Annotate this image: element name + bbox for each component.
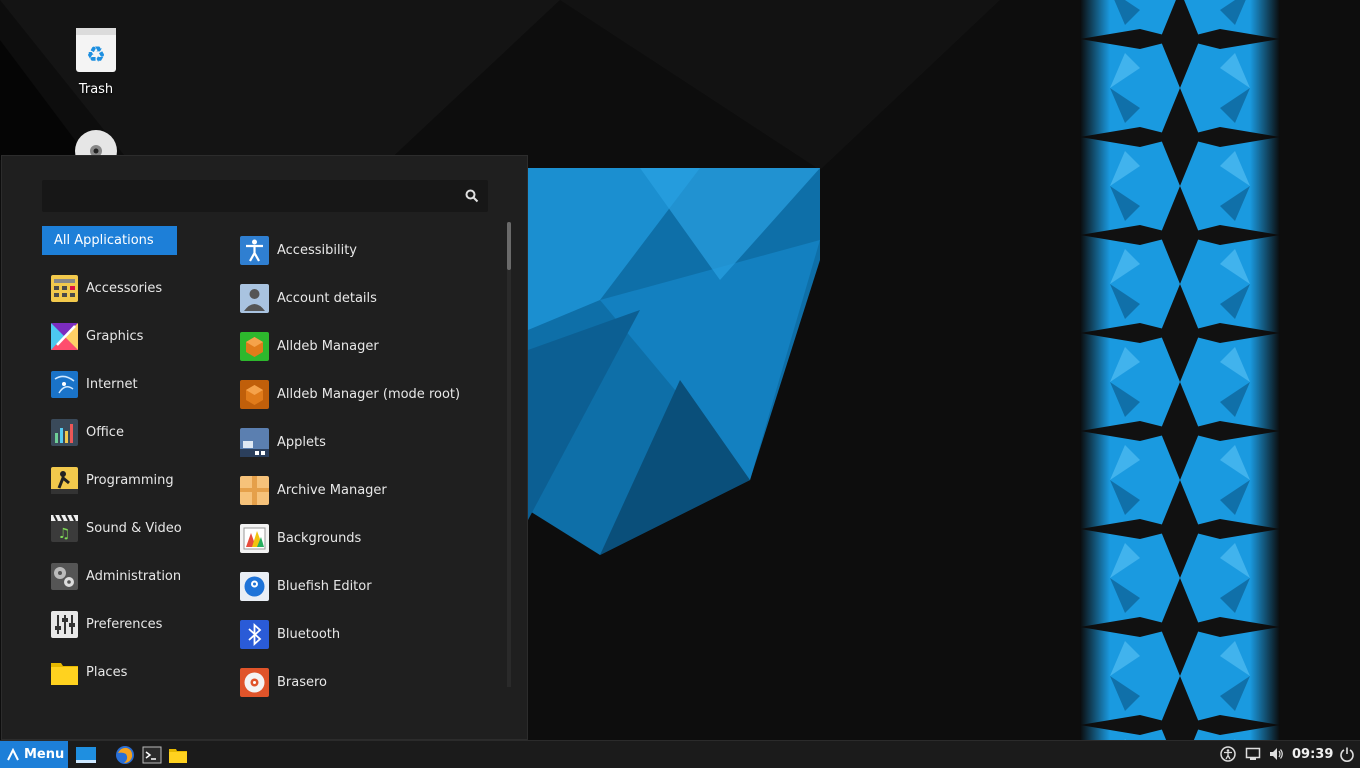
office-icon <box>51 418 78 446</box>
app-archive-manager[interactable]: Archive Manager <box>238 466 503 514</box>
svg-text:♫: ♫ <box>58 526 71 542</box>
category-sound-video[interactable]: ♫ Sound & Video <box>42 504 192 552</box>
app-label: Bluefish Editor <box>277 578 372 594</box>
bluefish-editor-icon <box>240 571 269 601</box>
category-label: Graphics <box>86 328 144 344</box>
menu-logo-icon <box>7 747 19 760</box>
app-accessibility[interactable]: Accessibility <box>238 226 503 274</box>
terminal-icon[interactable] <box>142 745 162 765</box>
internet-icon <box>51 370 78 398</box>
app-label: Applets <box>277 434 326 450</box>
application-menu: All Applications Accessories Graphics In… <box>1 155 528 740</box>
app-bluetooth[interactable]: Bluetooth <box>238 610 503 658</box>
category-administration[interactable]: Administration <box>42 552 192 600</box>
search-box[interactable] <box>42 180 488 212</box>
backgrounds-icon <box>240 523 269 553</box>
app-bluefish-editor[interactable]: Bluefish Editor <box>238 562 503 610</box>
category-label: Office <box>86 424 124 440</box>
app-label: Backgrounds <box>277 530 362 546</box>
app-label: Brasero <box>277 674 328 690</box>
app-list-scroll-thumb[interactable] <box>507 222 511 270</box>
app-label: Bluetooth <box>277 626 341 642</box>
network-icon[interactable] <box>1245 746 1261 762</box>
bluetooth-icon <box>240 619 269 649</box>
app-account-details[interactable]: Account details <box>238 274 503 322</box>
category-label: Sound & Video <box>86 520 182 536</box>
svg-text:♻: ♻ <box>86 43 106 68</box>
category-all-applications[interactable]: All Applications <box>42 226 177 255</box>
app-backgrounds[interactable]: Backgrounds <box>238 514 503 562</box>
menu-button-label: Menu <box>24 747 65 762</box>
category-internet[interactable]: Internet <box>42 360 192 408</box>
category-label: Programming <box>86 472 174 488</box>
volume-icon[interactable] <box>1268 746 1284 762</box>
applets-icon <box>240 427 269 457</box>
application-list: Accessibility Account details Alldeb Man… <box>238 226 503 736</box>
category-label: Places <box>86 664 128 680</box>
files-folder-icon[interactable] <box>168 745 188 765</box>
category-label: Preferences <box>86 616 163 632</box>
app-alldeb-manager[interactable]: Alldeb Manager <box>238 322 503 370</box>
category-list: All Applications Accessories Graphics In… <box>42 226 192 696</box>
app-applets[interactable]: Applets <box>238 418 503 466</box>
trash-icon: ♻ <box>76 28 116 72</box>
taskbar: Menu 09:39 <box>0 740 1360 768</box>
category-label: All Applications <box>54 233 154 248</box>
desktop-icon-label: Trash <box>78 82 114 97</box>
app-label: Account details <box>277 290 377 306</box>
app-alldeb-manager-root[interactable]: Alldeb Manager (mode root) <box>238 370 503 418</box>
sound-video-icon: ♫ <box>51 514 78 542</box>
accessories-icon <box>51 274 78 302</box>
preferences-icon <box>51 610 78 638</box>
category-graphics[interactable]: Graphics <box>42 312 192 360</box>
category-label: Internet <box>86 376 138 392</box>
desktop-icon-trash[interactable]: ♻ Trash <box>51 26 141 97</box>
category-places[interactable]: Places <box>42 648 192 696</box>
account-details-icon <box>240 283 269 313</box>
app-label: Archive Manager <box>277 482 387 498</box>
category-label: Accessories <box>86 280 163 296</box>
alldeb-manager-root-icon <box>240 379 269 409</box>
administration-icon <box>51 562 78 590</box>
brasero-icon <box>240 667 269 697</box>
category-accessories[interactable]: Accessories <box>42 264 192 312</box>
app-label: Alldeb Manager (mode root) <box>277 386 461 402</box>
search-input[interactable] <box>48 184 452 210</box>
accessibility-tray-icon[interactable] <box>1220 746 1236 762</box>
accessibility-icon <box>240 235 269 265</box>
search-icon[interactable] <box>464 188 480 204</box>
firefox-icon[interactable] <box>115 745 135 765</box>
power-icon[interactable] <box>1339 746 1355 762</box>
category-label: Administration <box>86 568 182 584</box>
menu-button[interactable]: Menu <box>0 741 68 768</box>
clock[interactable]: 09:39 <box>1292 747 1333 762</box>
programming-icon <box>51 466 78 494</box>
graphics-icon <box>51 322 78 350</box>
app-list-scrollbar[interactable] <box>507 222 511 687</box>
show-desktop-icon[interactable] <box>76 745 96 765</box>
places-folder-icon <box>51 662 78 685</box>
alldeb-manager-icon <box>240 331 269 361</box>
category-preferences[interactable]: Preferences <box>42 600 192 648</box>
app-brasero[interactable]: Brasero <box>238 658 503 706</box>
archive-manager-icon <box>240 475 269 505</box>
category-programming[interactable]: Programming <box>42 456 192 504</box>
app-label: Accessibility <box>277 242 357 258</box>
app-label: Alldeb Manager <box>277 338 379 354</box>
category-office[interactable]: Office <box>42 408 192 456</box>
